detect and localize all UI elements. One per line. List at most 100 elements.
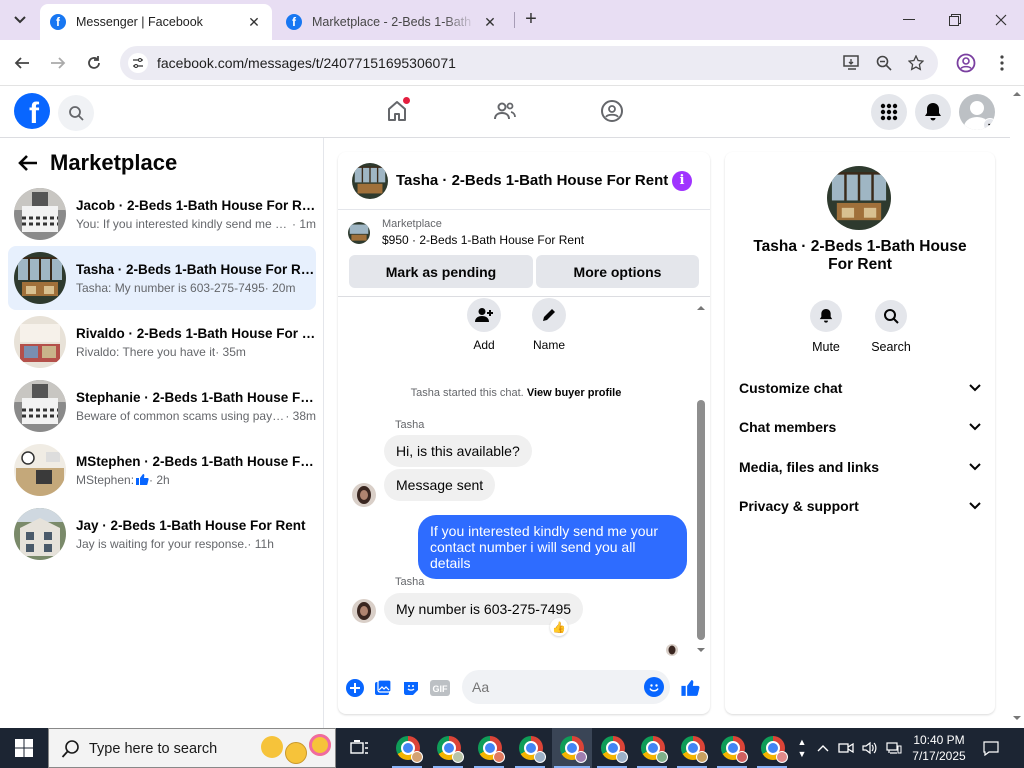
tab-search-chevron-icon[interactable]: [8, 8, 32, 32]
customize-chat-section[interactable]: Customize chat: [739, 380, 981, 396]
listing-thumbnail: [348, 221, 370, 244]
sticker-icon[interactable]: [401, 678, 421, 698]
new-tab-button[interactable]: +: [520, 8, 542, 30]
close-tab-icon[interactable]: ✕: [482, 14, 498, 30]
facebook-favicon-icon: f: [50, 14, 66, 30]
bookmark-star-icon[interactable]: [906, 53, 926, 73]
notifications-bell-icon[interactable]: [915, 94, 951, 130]
listing-thumbnail: [14, 188, 66, 240]
groups-icon[interactable]: [597, 96, 627, 126]
back-arrow-icon[interactable]: [18, 152, 40, 174]
chrome-taskbar-icon[interactable]: [476, 734, 505, 763]
page-scrollbar[interactable]: [1010, 86, 1024, 728]
notification-dot: [403, 97, 410, 104]
heart-eyes-emoji-icon: [309, 734, 331, 756]
message-input-box[interactable]: [462, 670, 670, 704]
plus-circle-icon[interactable]: [345, 678, 365, 698]
maximize-button[interactable]: [932, 0, 978, 40]
facebook-logo-icon[interactable]: f: [14, 93, 50, 129]
chrome-taskbar-icon-active[interactable]: [552, 728, 592, 768]
address-bar[interactable]: facebook.com/messages/t/2407715169530607…: [120, 46, 938, 80]
add-people-action[interactable]: Add: [454, 298, 514, 352]
mark-as-pending-button[interactable]: Mark as pending: [349, 255, 533, 288]
chrome-taskbar-icon[interactable]: [679, 734, 708, 763]
task-view-icon[interactable]: [346, 734, 374, 762]
search-in-chat-action[interactable]: Search: [861, 300, 921, 354]
chrome-taskbar-icon[interactable]: [759, 734, 788, 763]
emoji-icon[interactable]: [644, 677, 664, 697]
chrome-taskbar-icon[interactable]: [599, 734, 628, 763]
chrome-taskbar-icon[interactable]: [639, 734, 668, 763]
chat-avatar-large[interactable]: [827, 166, 891, 230]
chrome-taskbar-icon[interactable]: [394, 734, 423, 763]
back-button[interactable]: [10, 51, 34, 75]
facebook-search-icon[interactable]: [58, 95, 94, 131]
meet-now-icon[interactable]: [836, 728, 856, 768]
notifications-center-icon[interactable]: [980, 728, 1002, 768]
gif-icon[interactable]: GIF: [429, 678, 451, 698]
chat-title[interactable]: Tasha · 2-Beds 1-Bath House For Rent: [396, 172, 672, 189]
chat-scrollbar[interactable]: [694, 300, 708, 654]
listing-source: Marketplace: [382, 218, 442, 230]
conversation-item[interactable]: Stephanie · 2-Beds 1-Bath House For Rent…: [8, 374, 316, 438]
divider: [338, 296, 710, 297]
media-files-links-section[interactable]: Media, files and links: [739, 459, 981, 475]
browser-tab-strip: f Messenger | Facebook ✕ f Marketplace -…: [0, 0, 1024, 40]
listing-summary[interactable]: Marketplace $950 · 2-Beds 1-Bath House F…: [348, 218, 584, 247]
taskbar-clock[interactable]: 10:40 PM 7/17/2025: [900, 732, 978, 764]
install-app-icon[interactable]: [842, 53, 862, 73]
facebook-top-nav: f ▾: [0, 86, 1010, 138]
photo-icon[interactable]: [373, 678, 393, 698]
tab-messenger[interactable]: f Messenger | Facebook ✕: [40, 4, 272, 40]
conversation-item[interactable]: Jacob · 2-Beds 1-Bath House For Rent You…: [8, 182, 316, 246]
profile-icon[interactable]: [954, 51, 978, 75]
thumbs-up-reaction-icon[interactable]: 👍: [550, 618, 568, 636]
message-input[interactable]: [472, 677, 632, 697]
show-hidden-icons-chevron-icon[interactable]: [814, 728, 832, 768]
conversation-item[interactable]: Rivaldo · 2-Beds 1-Bath House For Rent R…: [8, 310, 316, 374]
chrome-taskbar-icon[interactable]: [435, 734, 464, 763]
home-icon[interactable]: [382, 96, 412, 126]
menu-grid-icon[interactable]: [871, 94, 907, 130]
system-message: Tasha started this chat.: [410, 387, 524, 399]
taskbar-search-box[interactable]: Type here to search: [48, 728, 336, 768]
mute-action[interactable]: Mute: [796, 300, 856, 354]
more-options-button[interactable]: More options: [536, 255, 699, 288]
conversation-name: Jacob · 2-Beds 1-Bath House For Rent: [76, 197, 316, 213]
conversation-snippet: Jay is waiting for your response.: [76, 536, 248, 551]
view-buyer-profile-link[interactable]: View buyer profile: [527, 387, 622, 399]
conversation-item[interactable]: MStephen · 2-Beds 1-Bath House For Rent …: [8, 438, 316, 502]
account-avatar[interactable]: ▾: [959, 94, 995, 130]
conversation-snippet: Beware of common scams using payment app…: [76, 408, 285, 423]
volume-icon[interactable]: [860, 728, 880, 768]
site-info-icon[interactable]: [128, 53, 148, 73]
conversation-item[interactable]: Jay · 2-Beds 1-Bath House For Rent Jay i…: [8, 502, 316, 566]
conversation-item-selected[interactable]: Tasha · 2-Beds 1-Bath House For Rent Tas…: [8, 246, 316, 310]
listing-thumbnail: [14, 380, 66, 432]
browser-menu-icon[interactable]: [990, 51, 1014, 75]
windows-start-icon[interactable]: [0, 728, 48, 768]
tab-marketplace[interactable]: f Marketplace - 2-Beds 1-Bath House For …: [276, 4, 508, 40]
panel-header: Marketplace: [18, 150, 177, 176]
zoom-icon[interactable]: [874, 53, 894, 73]
minimize-button[interactable]: [886, 0, 932, 40]
info-icon[interactable]: i: [672, 170, 692, 191]
windows-taskbar: Type here to search ▲ ▼ 10:40 PM 7/17/202…: [0, 728, 1024, 768]
reload-button[interactable]: [82, 51, 106, 75]
chevron-down-icon: [969, 423, 981, 431]
close-tab-icon[interactable]: ✕: [246, 14, 262, 30]
privacy-support-section[interactable]: Privacy & support: [739, 498, 981, 514]
close-window-button[interactable]: [978, 0, 1024, 40]
chat-avatar[interactable]: [352, 162, 388, 199]
chat-members-section[interactable]: Chat members: [739, 419, 981, 435]
chrome-taskbar-icon[interactable]: [719, 734, 748, 763]
taskbar-scroll-arrows[interactable]: ▲ ▼: [794, 728, 810, 768]
name-chat-action[interactable]: Name: [519, 298, 579, 352]
clock-date: 7/17/2025: [912, 749, 966, 763]
friends-icon[interactable]: [490, 96, 520, 126]
scrollbar-thumb[interactable]: [697, 400, 705, 640]
message-bubble-outgoing: If you interested kindly send me your co…: [418, 515, 687, 579]
forward-button[interactable]: [46, 51, 70, 75]
chrome-taskbar-icon[interactable]: [517, 734, 546, 763]
thumbs-up-send-icon[interactable]: [679, 678, 701, 698]
